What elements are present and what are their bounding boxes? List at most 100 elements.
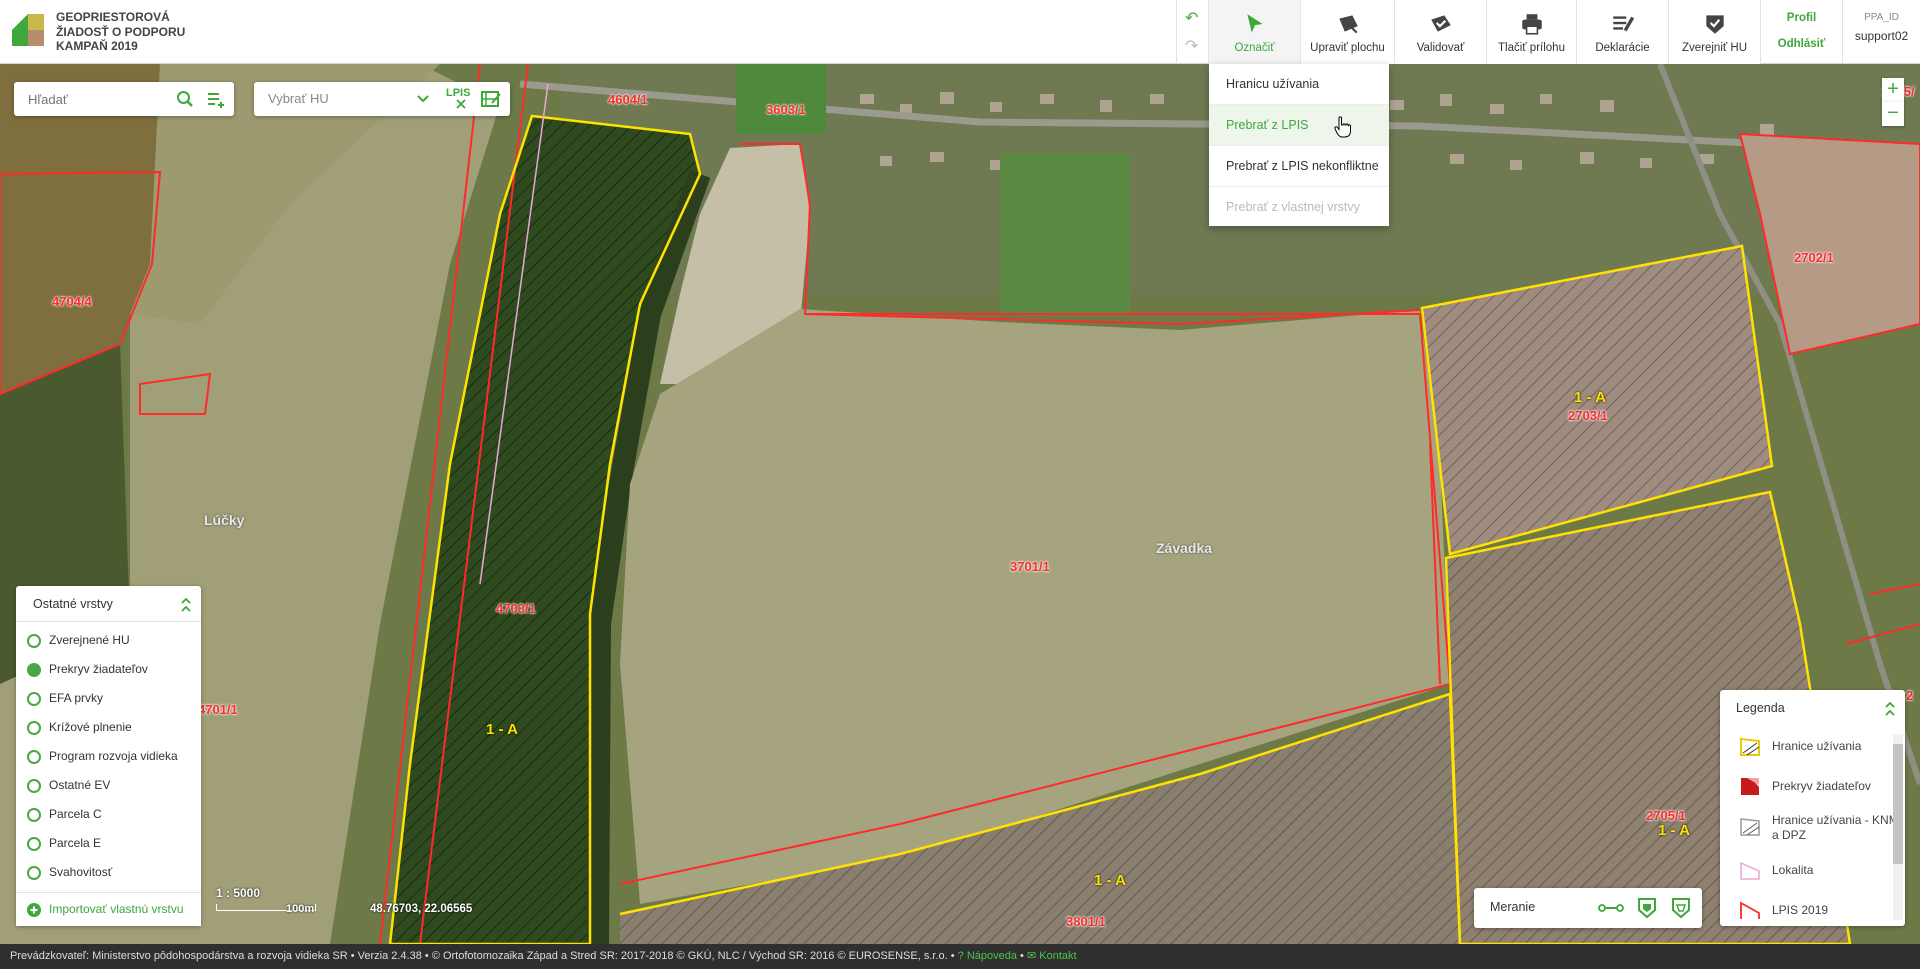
parcel-label: 2703/1 — [1568, 408, 1608, 423]
zoom-in-button[interactable]: + — [1882, 78, 1904, 102]
usage-area-label: 1 - A — [1658, 822, 1690, 839]
overlap-legend-icon — [1741, 778, 1759, 795]
legend-label: Prekryv žiadateľov — [1772, 778, 1871, 793]
parcel-label: 2702/1 — [1794, 250, 1834, 265]
layer-checkbox[interactable] — [27, 779, 41, 793]
app-footer: Prevádzkovateľ: Ministerstvo pôdohospodá… — [0, 944, 1920, 969]
measure-distance-icon[interactable] — [1598, 898, 1624, 918]
legend-label: LPIS 2019 — [1772, 902, 1829, 917]
locality-legend-icon — [1740, 861, 1760, 880]
layer-checkbox[interactable] — [27, 663, 41, 677]
layer-item-other-ev[interactable]: Ostatné EV — [16, 771, 201, 800]
validate-button[interactable]: Validovať — [1394, 0, 1486, 64]
toolbar-label: Zverejniť HU — [1681, 42, 1748, 54]
chevron-down-icon[interactable] — [416, 94, 430, 104]
toolbar-label: Deklarácie — [1595, 42, 1650, 54]
dropdown-item-usage-boundary[interactable]: Hranicu užívania — [1209, 64, 1389, 105]
layer-checkbox[interactable] — [27, 866, 41, 880]
parcel-label: 4604/1 — [608, 92, 648, 107]
measure-polygon-icon[interactable] — [1670, 896, 1692, 920]
zoom-out-button[interactable]: − — [1882, 102, 1904, 126]
user-info: PPA_ID support02 — [1842, 0, 1920, 64]
legend-label: Lokalita — [1772, 862, 1814, 877]
layer-item-published-hu[interactable]: Zverejnené HU — [16, 626, 201, 655]
help-icon: ? — [957, 950, 964, 962]
layer-toggle-icon[interactable] — [480, 89, 502, 109]
layers-panel-title-text: Ostatné vrstvy — [33, 597, 113, 611]
declarations-button[interactable]: Deklarácie — [1576, 0, 1668, 64]
plus-circle-icon — [27, 903, 41, 917]
layer-item-slope[interactable]: Svahovitosť — [16, 858, 201, 887]
layer-item-efa[interactable]: EFA prvky — [16, 684, 201, 713]
hand-cursor-icon — [1334, 116, 1351, 138]
layer-label: Krížové plnenie — [49, 720, 132, 734]
knm-boundary-legend-icon — [1740, 818, 1760, 836]
layer-label: Parcela C — [49, 807, 102, 821]
legend-panel: Legenda Hranice užívania Prekryv žiadate… — [1720, 690, 1905, 926]
layer-label: EFA prvky — [49, 691, 104, 705]
usage-area-label: 1 - A — [1574, 389, 1606, 406]
layer-item-applicants-overlap[interactable]: Prekryv žiadateľov — [16, 655, 201, 684]
legend-scroll-thumb[interactable] — [1893, 744, 1903, 864]
contact-link[interactable]: Kontakt — [1039, 950, 1076, 962]
legend-item-locality: Lokalita — [1720, 850, 1905, 890]
layer-item-rural-development[interactable]: Program rozvoja vidieka — [16, 742, 201, 771]
parcel-label: 3701/1 — [1010, 559, 1050, 574]
print-attachment-button[interactable]: Tlačiť prílohu — [1486, 0, 1576, 64]
edit-area-button[interactable]: Upraviť plochu — [1300, 0, 1394, 64]
layer-item-parcel-c[interactable]: Parcela C — [16, 800, 201, 829]
dropdown-item-take-from-own-layer: Prebrať z vlastnej vrstvy — [1226, 200, 1360, 214]
select-tool-dropdown: Hranicu užívania Prebrať z LPIS Prebrať … — [1209, 64, 1389, 226]
map-view[interactable]: 4604/1 3603/1 4704/4 4703/1 3701/1 2702/… — [0, 64, 1920, 944]
layer-checkbox[interactable] — [27, 634, 41, 648]
legend-scrollbar[interactable] — [1893, 734, 1903, 920]
logout-link[interactable]: Odhlásiť — [1761, 38, 1842, 50]
layer-label: Program rozvoja vidieka — [49, 749, 178, 763]
layer-checkbox[interactable] — [27, 837, 41, 851]
layer-checkbox[interactable] — [27, 692, 41, 706]
app-root: 4604/1 3603/1 4704/4 4703/1 3701/1 2702/… — [0, 0, 1920, 969]
filter-list-icon[interactable] — [206, 90, 226, 110]
legend-item-lpis: LPIS 2019 — [1720, 890, 1905, 926]
hu-select[interactable]: Vybrať HU LPIS — [254, 82, 510, 116]
layer-checkbox[interactable] — [27, 750, 41, 764]
app-title-line: KAMPAŇ 2019 — [56, 39, 138, 53]
dropdown-item-take-from-lpis-nonconflict[interactable]: Prebrať z LPIS nekonfliktne — [1209, 146, 1389, 187]
edit-area-icon — [1338, 15, 1358, 34]
toolbar-label: Validovať — [1416, 42, 1465, 54]
select-tool-button[interactable]: Označiť — [1208, 0, 1300, 64]
profile-link[interactable]: Profil — [1761, 12, 1842, 24]
help-link[interactable]: Nápoveda — [967, 950, 1017, 962]
place-label: Závadka — [1156, 540, 1213, 556]
layer-label: Prekryv žiadateľov — [49, 662, 148, 676]
layer-label: Svahovitosť — [49, 865, 113, 879]
toolbar-label: Označiť — [1234, 42, 1275, 54]
layer-checkbox[interactable] — [27, 808, 41, 822]
layer-item-parcel-e[interactable]: Parcela E — [16, 829, 201, 858]
collapse-icon[interactable] — [180, 597, 192, 613]
profile-group: Profil Odhlásiť — [1760, 0, 1842, 64]
close-icon[interactable] — [456, 99, 466, 109]
measure-area-icon[interactable] — [1636, 896, 1658, 920]
legend-label: Hranice užívania — [1772, 738, 1862, 753]
cursor-arrow-icon — [1246, 14, 1263, 33]
search-icon[interactable] — [176, 90, 194, 108]
collapse-icon[interactable] — [1884, 701, 1896, 717]
app-title-line: ŽIADOSŤ O PODPORU — [56, 24, 186, 39]
map-canvas[interactable] — [0, 64, 1920, 944]
search-input[interactable] — [14, 82, 174, 116]
publish-hu-button[interactable]: Zverejniť HU — [1668, 0, 1760, 64]
lpis-toggle-label[interactable]: LPIS — [446, 87, 470, 99]
layer-item-cross-compliance[interactable]: Krížové plnenie — [16, 713, 201, 742]
dropdown-item-take-from-lpis[interactable]: Prebrať z LPIS — [1209, 105, 1389, 146]
layer-checkbox[interactable] — [27, 721, 41, 735]
redo-icon[interactable]: ↷ — [1185, 36, 1198, 56]
layers-panel-title: Ostatné vrstvy — [16, 586, 201, 622]
layer-label: Ostatné EV — [49, 778, 111, 792]
import-own-layer-button[interactable]: Importovať vlastnú vrstvu — [16, 892, 201, 926]
legend-label: Hranice užívania - KNM a DPZ — [1772, 813, 1899, 842]
parcel-label: 4701/1 — [198, 702, 238, 717]
parcel-label: 4704/4 — [52, 294, 92, 309]
parcel-label: 2705/1 — [1646, 808, 1686, 823]
undo-icon[interactable]: ↶ — [1185, 8, 1198, 28]
